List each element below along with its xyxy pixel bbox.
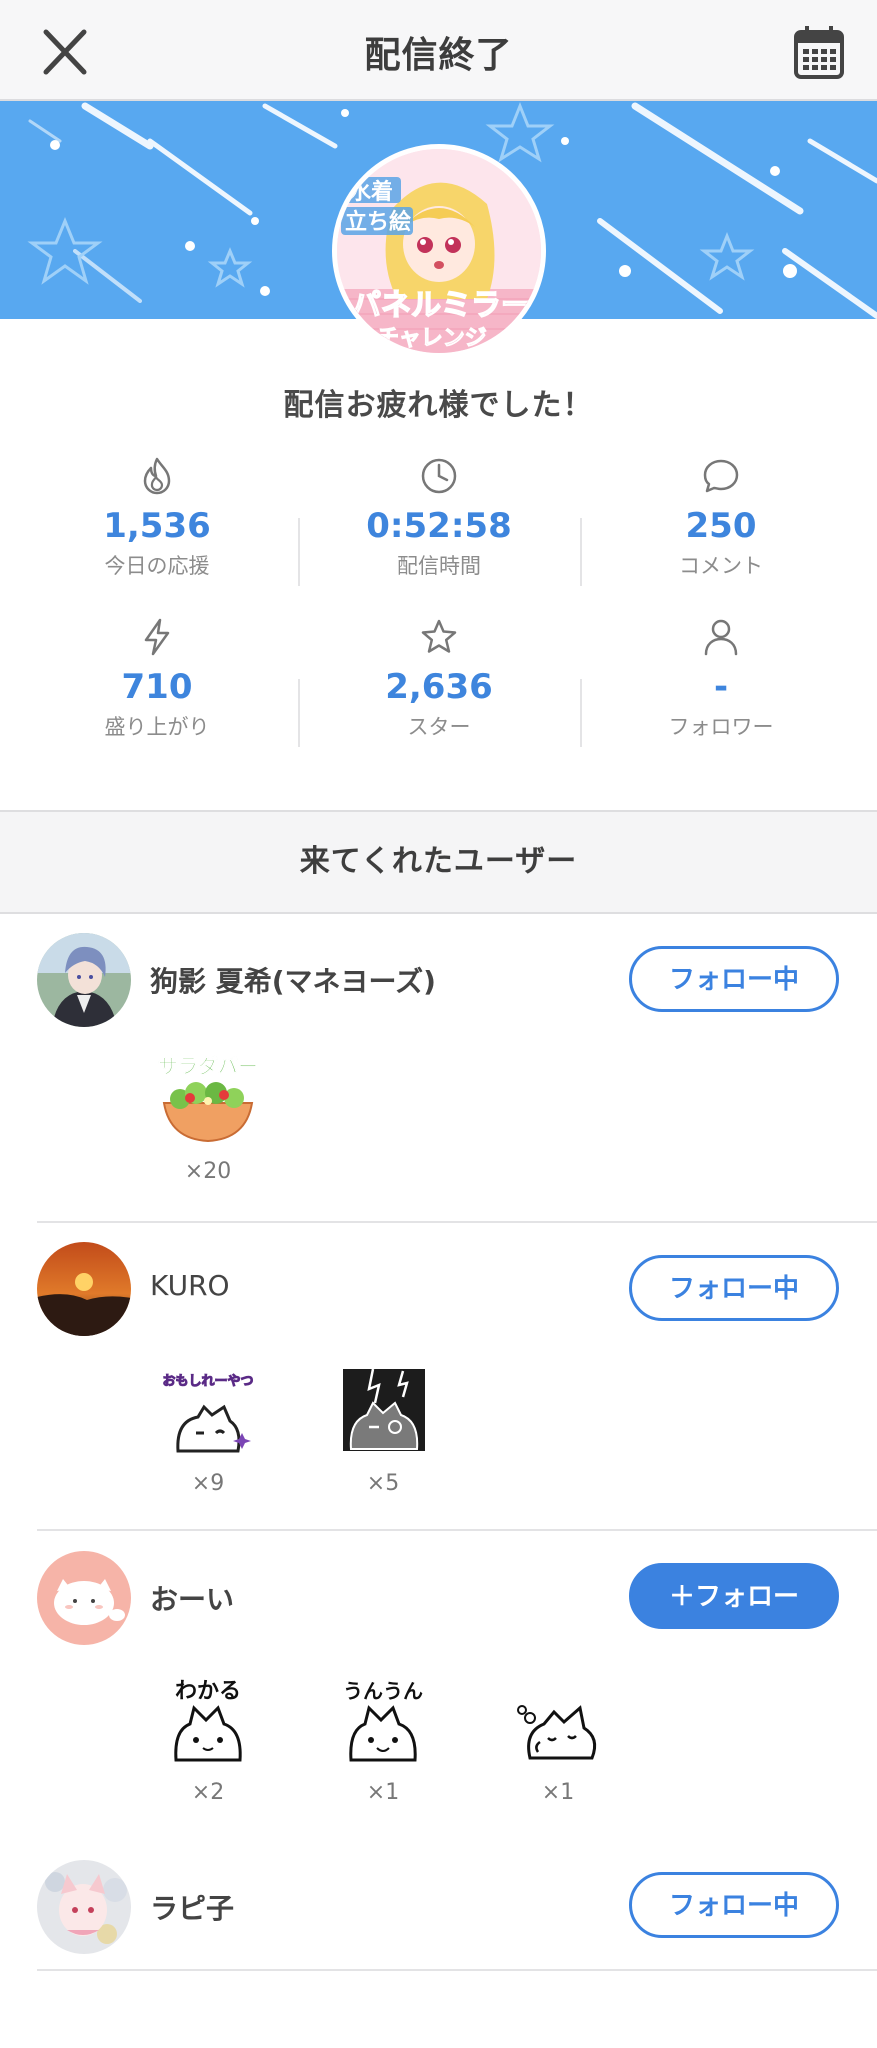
stat-label: フォロワー [668, 715, 774, 739]
stat-value: 1,536 [103, 506, 211, 546]
stat-label: 今日の応援 [104, 554, 210, 578]
stat-excitement: 710 盛り上がり [12, 617, 302, 741]
following-button[interactable]: フォロー中 [629, 946, 839, 1012]
stat-followers: - フォロワー [576, 617, 866, 741]
clock-icon [421, 458, 457, 494]
streamer-avatar: 水着 立ち絵 パネルミラー チャレンジ [332, 144, 546, 358]
follow-button[interactable]: ＋フォロー [629, 1563, 839, 1629]
bolt-icon [144, 618, 170, 656]
avatar-text-2: 立ち絵 [345, 209, 411, 235]
stat-comments: 250 コメント [576, 456, 866, 580]
gift-name: おもしれーやつ [162, 1374, 253, 1389]
gift-name: サラダバー [158, 1054, 258, 1078]
sleepy-cat-sticker [517, 1705, 597, 1760]
user-name[interactable]: 狗影 夏希(マネヨーズ) [150, 960, 436, 1000]
gift-count: ×1 [366, 1780, 400, 1805]
user-name[interactable]: ラピ子 [150, 1887, 234, 1927]
avatar-text-4: チャレンジ [377, 326, 487, 351]
stat-stars: 2,636 スター [294, 617, 584, 741]
person-icon [704, 619, 738, 656]
row-divider [37, 1529, 877, 1531]
avatar[interactable] [37, 1860, 131, 1954]
gift-count: ×5 [366, 1471, 400, 1496]
gift-item: サラダバー ×20 [153, 1051, 263, 1184]
omoshire-yatsu-sticker: おもしれーやつ [162, 1374, 254, 1453]
top-bar: 配信終了 [0, 0, 877, 101]
thanks-message: 配信お疲れ様でした！ [283, 388, 594, 423]
row-divider [37, 1969, 877, 1971]
user-avatar-art [37, 933, 131, 1027]
avatar[interactable] [37, 933, 131, 1027]
gift-name: うんうん [343, 1679, 423, 1703]
user-avatar-art [37, 1242, 131, 1336]
wakaru-sticker: わかる [174, 1679, 242, 1762]
stat-divider [580, 679, 582, 747]
stat-stream-time: 0:52:58 配信時間 [294, 456, 584, 580]
gift-name: わかる [175, 1679, 241, 1704]
gift-item: うんうん ×1 [328, 1672, 438, 1805]
stat-value: - [713, 667, 729, 707]
gift-count: ×2 [191, 1780, 225, 1805]
gift-count: ×20 [184, 1159, 232, 1184]
gift-item: ×5 [328, 1363, 438, 1496]
stat-value: 710 [121, 667, 193, 707]
following-button[interactable]: フォロー中 [629, 1872, 839, 1938]
flame-icon [143, 457, 171, 495]
stat-divider [580, 518, 582, 586]
user-avatar-art [37, 1551, 131, 1645]
stat-label: 配信時間 [397, 554, 481, 578]
streamer-avatar-art: 水着 立ち絵 パネルミラー チャレンジ [337, 149, 541, 353]
page-title: 配信終了 [364, 35, 513, 76]
comment-icon [703, 459, 739, 493]
avatar-text-1: 水着 [349, 179, 393, 205]
following-button[interactable]: フォロー中 [629, 1255, 839, 1321]
gift-item: ×1 [503, 1672, 613, 1805]
star-icon [421, 619, 457, 653]
gift-item: おもしれーやつ ×9 [153, 1363, 263, 1497]
gift-count: ×1 [541, 1780, 575, 1805]
user-name[interactable]: おーい [150, 1578, 234, 1618]
avatar-text-3: パネルミラー [351, 288, 531, 323]
user-avatar-art [37, 1860, 131, 1954]
gift-item: わかる ×2 [153, 1672, 263, 1805]
user-name[interactable]: KURO [150, 1269, 230, 1302]
calendar-icon[interactable] [793, 24, 845, 80]
unun-sticker: うんうん [343, 1679, 423, 1762]
stat-cheers: 1,536 今日の応援 [12, 456, 302, 580]
black-cat-sticker [343, 1368, 425, 1451]
gift-count: ×9 [191, 1471, 225, 1496]
visitors-section-title: 来てくれたユーザー [0, 810, 877, 914]
stat-value: 250 [685, 506, 757, 546]
stat-divider [298, 518, 300, 586]
stat-label: 盛り上がり [104, 715, 210, 739]
stat-value: 0:52:58 [366, 506, 512, 546]
stat-divider [298, 679, 300, 747]
avatar[interactable] [37, 1242, 131, 1336]
row-divider [37, 1221, 877, 1223]
stat-value: 2,636 [385, 667, 493, 707]
salad-bar-sticker: サラダバー [158, 1054, 258, 1143]
stat-label: コメント [679, 554, 763, 578]
avatar[interactable] [37, 1551, 131, 1645]
stat-label: スター [407, 715, 471, 739]
